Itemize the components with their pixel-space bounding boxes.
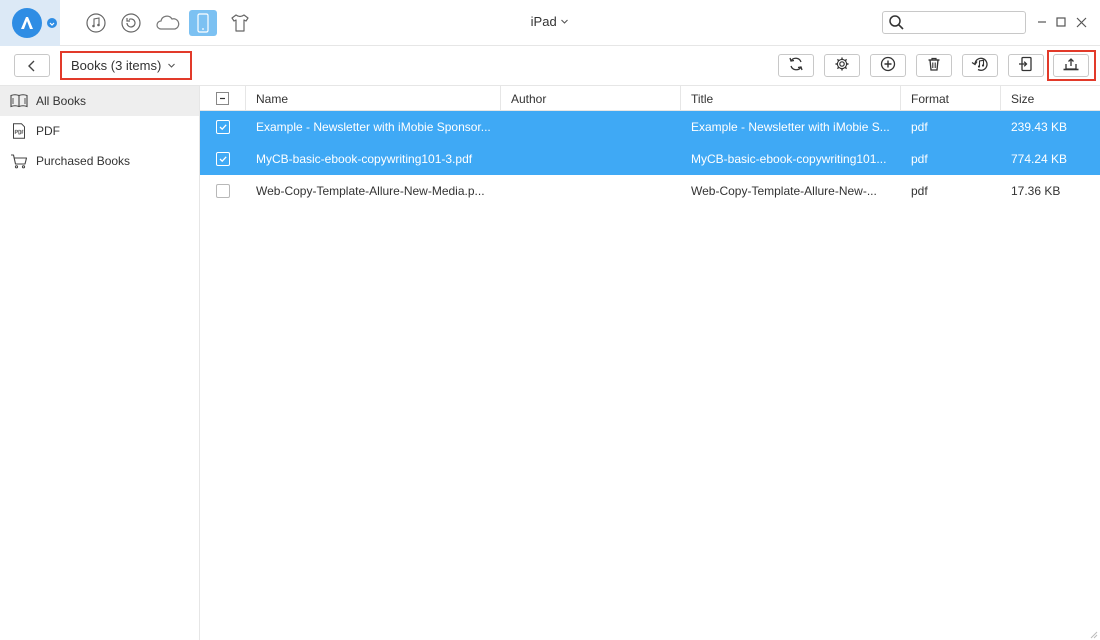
cart-icon	[10, 153, 28, 169]
book-open-icon	[10, 93, 28, 109]
device-selector[interactable]: iPad	[515, 14, 585, 29]
chevron-down-icon[interactable]	[47, 18, 57, 28]
table-row[interactable]: Example - Newsletter with iMobie Sponsor…	[200, 111, 1100, 143]
row-checkbox-cell[interactable]	[200, 143, 246, 175]
cell-name: MyCB-basic-ebook-copywriting101-3.pdf	[256, 152, 473, 166]
title-bar: iPad	[0, 0, 1100, 46]
select-all-checkbox[interactable]	[216, 92, 229, 105]
category-dropdown[interactable]: Books (3 items)	[60, 51, 192, 80]
select-all-cell[interactable]	[200, 86, 246, 111]
delete-button[interactable]	[916, 54, 952, 77]
cell-format: pdf	[911, 120, 928, 134]
search-input[interactable]	[909, 14, 1021, 31]
column-header-name[interactable]: Name	[246, 86, 501, 111]
row-checkbox[interactable]	[216, 152, 230, 166]
row-checkbox-cell[interactable]	[200, 175, 246, 207]
cell-author	[501, 111, 681, 143]
highlight-box	[1047, 50, 1096, 81]
itunes-icon	[971, 56, 989, 75]
send-to-device-button[interactable]	[1008, 54, 1044, 77]
close-button[interactable]	[1073, 14, 1089, 30]
minimize-button[interactable]	[1034, 14, 1050, 30]
cell-title: MyCB-basic-ebook-copywriting101...	[691, 152, 887, 166]
back-button[interactable]	[14, 54, 50, 77]
cloud-icon[interactable]	[154, 10, 182, 36]
sidebar: All Books PDF Purchased Books	[0, 86, 200, 640]
sidebar-item-label: All Books	[36, 94, 87, 108]
books-table: Name Author Title Format Size Example - …	[200, 86, 1100, 207]
row-checkbox-cell[interactable]	[200, 111, 246, 143]
cell-format: pdf	[911, 184, 928, 198]
cell-title: Example - Newsletter with iMobie S...	[691, 120, 890, 134]
refresh-icon	[788, 56, 804, 75]
pdf-icon	[10, 123, 28, 139]
sidebar-item-label: Purchased Books	[36, 154, 131, 168]
shirt-icon[interactable]	[226, 10, 254, 36]
cell-size: 17.36 KB	[1011, 184, 1061, 198]
sidebar-item-label: PDF	[36, 124, 60, 138]
cell-title: Web-Copy-Template-Allure-New-...	[691, 184, 877, 198]
sidebar-item-all-books[interactable]: All Books	[0, 86, 199, 116]
add-button[interactable]	[870, 54, 906, 77]
trash-icon	[926, 56, 942, 75]
settings-button[interactable]	[824, 54, 860, 77]
maximize-button[interactable]	[1053, 14, 1069, 30]
category-label: Books (3 items)	[71, 58, 162, 73]
device-icon[interactable]	[189, 10, 217, 36]
column-header-size[interactable]: Size	[1001, 86, 1100, 111]
column-header-title[interactable]: Title	[681, 86, 901, 111]
refresh-button[interactable]	[778, 54, 814, 77]
music-icon[interactable]	[82, 10, 110, 36]
cell-size: 774.24 KB	[1011, 152, 1068, 166]
chevron-down-icon	[167, 58, 176, 73]
itunes-button[interactable]	[962, 54, 998, 77]
chevron-down-icon	[560, 14, 569, 29]
row-checkbox[interactable]	[216, 120, 230, 134]
table-row[interactable]: MyCB-basic-ebook-copywriting101-3.pdf My…	[200, 143, 1100, 175]
restore-icon[interactable]	[117, 10, 145, 36]
search-icon[interactable]	[889, 15, 904, 33]
cell-format: pdf	[911, 152, 928, 166]
gear-icon	[834, 56, 850, 75]
toolbar: Books (3 items)	[0, 46, 1100, 86]
cell-author	[501, 175, 681, 207]
column-header-author[interactable]: Author	[501, 86, 681, 111]
table-row[interactable]: Web-Copy-Template-Allure-New-Media.p... …	[200, 175, 1100, 207]
app-logo-area[interactable]	[0, 0, 60, 46]
search-box[interactable]	[882, 11, 1026, 34]
device-title: iPad	[530, 14, 557, 29]
cell-name: Web-Copy-Template-Allure-New-Media.p...	[256, 184, 485, 198]
cell-name: Example - Newsletter with iMobie Sponsor…	[256, 120, 491, 134]
send-to-device-icon	[1018, 56, 1034, 75]
resize-grip-icon[interactable]	[1088, 628, 1098, 639]
cell-size: 239.43 KB	[1011, 120, 1068, 134]
column-header-format[interactable]: Format	[901, 86, 1001, 111]
row-checkbox[interactable]	[216, 184, 230, 198]
app-logo[interactable]	[12, 8, 42, 38]
sidebar-item-purchased-books[interactable]: Purchased Books	[0, 146, 199, 176]
add-icon	[880, 56, 896, 75]
sidebar-item-pdf[interactable]: PDF	[0, 116, 199, 146]
cell-author	[501, 143, 681, 175]
table-header: Name Author Title Format Size	[200, 86, 1100, 111]
